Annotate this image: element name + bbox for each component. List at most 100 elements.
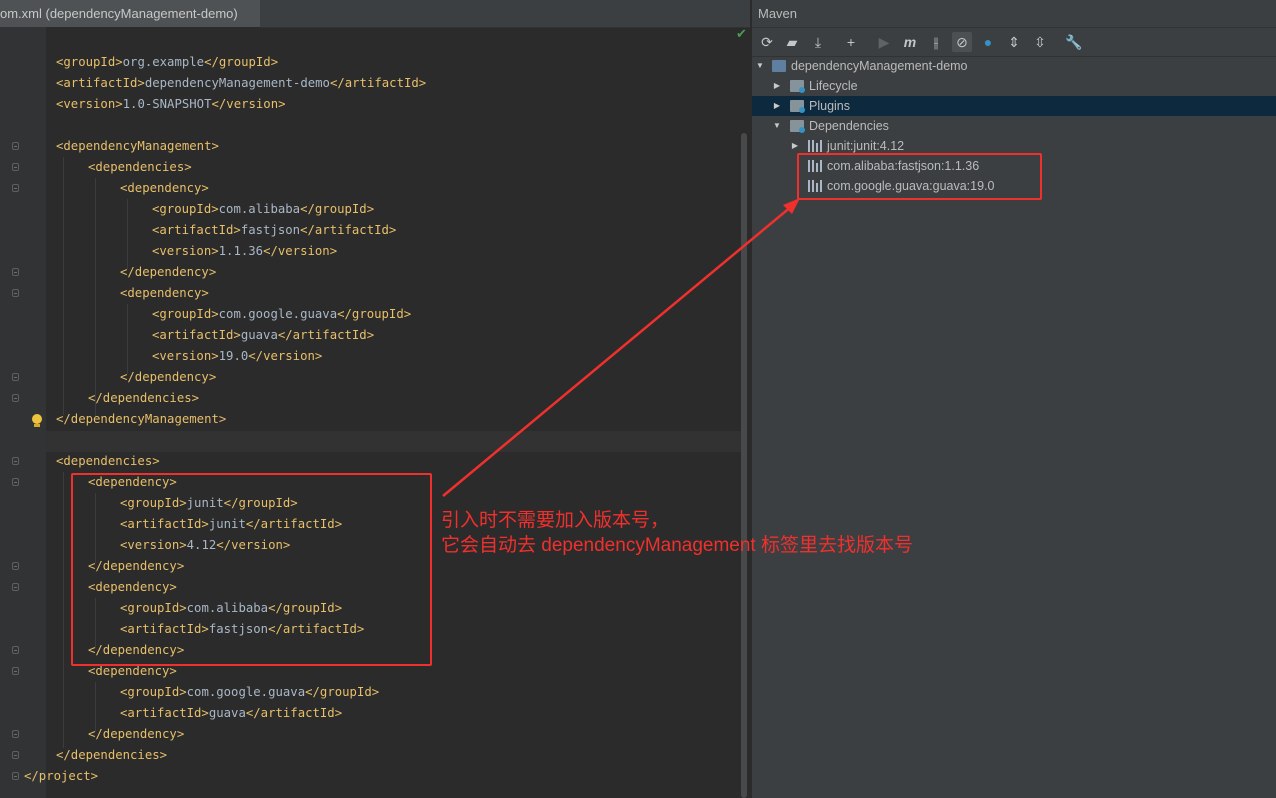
xml-editor[interactable]: om.xml (dependencyManagement-demo) ✔ <gr… xyxy=(0,0,750,798)
code-line[interactable]: <groupId>org.example</groupId> xyxy=(0,52,746,73)
code-line[interactable] xyxy=(0,31,746,52)
code-line[interactable]: <groupId>com.alibaba</groupId> xyxy=(0,199,746,220)
xml-value: fastjson xyxy=(240,223,301,237)
maven-tool-window: Maven ⟳ ▰ ⤓ + ▶ m ⫲ ⊘ ● ⇕ ⇳ 🔧 ▼ dependen… xyxy=(751,0,1276,798)
editor-tab-title: om.xml (dependencyManagement-demo) xyxy=(0,6,238,21)
expand-all-icon[interactable]: ⇕ xyxy=(1004,32,1024,52)
indent-guide xyxy=(63,157,64,415)
xml-tag: </dependency> xyxy=(88,727,185,741)
fold-marker-icon[interactable] xyxy=(12,163,19,171)
download-icon[interactable]: ⤓ xyxy=(808,32,828,52)
code-text: <artifactId>guava</artifactId> xyxy=(120,703,342,724)
xml-tag: </artifactId> xyxy=(277,328,375,342)
code-line[interactable]: </project> xyxy=(0,766,746,787)
fold-marker-icon[interactable] xyxy=(12,730,19,738)
code-line[interactable] xyxy=(0,430,746,451)
xml-value: com.google.guava xyxy=(186,685,306,699)
tree-plugins[interactable]: ▶ Plugins xyxy=(752,96,1276,116)
lifecycle-label: Lifecycle xyxy=(809,79,858,93)
plugins-folder-icon xyxy=(790,100,805,113)
reload-icon[interactable]: ⟳ xyxy=(757,32,777,52)
xml-tag: </groupId> xyxy=(305,685,380,699)
collapsed-arrow-icon[interactable]: ▶ xyxy=(772,76,782,96)
xml-tag: </version> xyxy=(263,244,338,258)
code-line[interactable]: <dependency> xyxy=(0,178,746,199)
intention-bulb-icon[interactable] xyxy=(31,414,43,428)
xml-tag: </groupId> xyxy=(337,307,412,321)
fold-marker-icon[interactable] xyxy=(12,142,19,150)
xml-tag: </dependencies> xyxy=(56,748,168,762)
code-line[interactable]: <dependencies> xyxy=(0,157,746,178)
xml-tag: </artifactId> xyxy=(329,76,427,90)
plugins-label: Plugins xyxy=(809,99,850,113)
tree-dependencies[interactable]: ▼ Dependencies xyxy=(752,116,1276,136)
fold-marker-icon[interactable] xyxy=(12,373,19,381)
code-line[interactable]: <groupId>com.google.guava</groupId> xyxy=(0,682,746,703)
fold-marker-icon[interactable] xyxy=(12,772,19,780)
add-folder-icon[interactable]: ▰ xyxy=(782,32,802,52)
collapsed-arrow-icon[interactable]: ▶ xyxy=(772,96,782,116)
annotation-text: 引入时不需要加入版本号， 它会自动去 dependencyManagement … xyxy=(441,508,913,558)
code-text: </dependency> xyxy=(120,262,216,283)
code-text: </project> xyxy=(24,766,98,787)
code-line[interactable]: <version>1.0-SNAPSHOT</version> xyxy=(0,94,746,115)
code-line[interactable]: <version>1.1.36</version> xyxy=(0,241,746,262)
fold-marker-icon[interactable] xyxy=(12,751,19,759)
code-line[interactable]: </dependency> xyxy=(0,724,746,745)
code-text: <version>1.1.36</version> xyxy=(152,241,337,262)
plus-icon[interactable]: + xyxy=(841,32,861,52)
code-line[interactable]: </dependencyManagement> xyxy=(0,409,746,430)
indent-guide xyxy=(127,304,128,374)
fold-marker-icon[interactable] xyxy=(12,268,19,276)
fold-marker-icon[interactable] xyxy=(12,394,19,402)
xml-value: org.example xyxy=(122,55,205,69)
code-line[interactable]: <version>19.0</version> xyxy=(0,346,746,367)
fold-marker-icon[interactable] xyxy=(12,289,19,297)
code-line[interactable]: <artifactId>fastjson</artifactId> xyxy=(0,220,746,241)
xml-tag: <version> xyxy=(56,97,123,111)
skip-tests-icon[interactable]: ⊘ xyxy=(952,32,972,52)
fold-marker-icon[interactable] xyxy=(12,457,19,465)
code-line[interactable] xyxy=(0,115,746,136)
code-line[interactable]: <dependencyManagement> xyxy=(0,136,746,157)
code-text: <artifactId>fastjson</artifactId> xyxy=(152,220,396,241)
code-line[interactable]: <dependencies> xyxy=(0,451,746,472)
code-line[interactable]: <groupId>com.google.guava</groupId> xyxy=(0,304,746,325)
tree-lifecycle[interactable]: ▶ Lifecycle xyxy=(752,76,1276,96)
code-line[interactable]: </dependency> xyxy=(0,262,746,283)
code-text: <dependencies> xyxy=(88,157,192,178)
xml-tag: <dependencies> xyxy=(56,454,160,468)
fold-marker-icon[interactable] xyxy=(12,478,19,486)
code-text: <dependencies> xyxy=(56,451,160,472)
code-line[interactable]: </dependencies> xyxy=(0,388,746,409)
collapse-all-icon[interactable]: ⇳ xyxy=(1030,32,1050,52)
editor-scrollbar[interactable] xyxy=(741,133,747,798)
settings-wrench-icon[interactable]: 🔧 xyxy=(1064,32,1084,52)
expanded-arrow-icon[interactable]: ▼ xyxy=(755,56,765,76)
code-line[interactable]: </dependency> xyxy=(0,367,746,388)
toggle-offline-icon[interactable]: ⫲ xyxy=(926,32,946,52)
xml-tag: </dependencies> xyxy=(88,391,200,405)
run-icon[interactable]: ▶ xyxy=(874,32,894,52)
xml-tag: <groupId> xyxy=(120,685,187,699)
code-line[interactable]: <artifactId>guava</artifactId> xyxy=(0,703,746,724)
fold-marker-icon[interactable] xyxy=(12,583,19,591)
fold-marker-icon[interactable] xyxy=(12,184,19,192)
code-line[interactable]: <dependency> xyxy=(0,283,746,304)
code-text: <groupId>org.example</groupId> xyxy=(56,52,278,73)
code-line[interactable]: <artifactId>dependencyManagement-demo</a… xyxy=(0,73,746,94)
fold-marker-icon[interactable] xyxy=(12,667,19,675)
fold-marker-icon[interactable] xyxy=(12,646,19,654)
tree-root[interactable]: ▼ dependencyManagement-demo xyxy=(752,56,1276,76)
code-text: </dependency> xyxy=(120,367,216,388)
code-line[interactable]: </dependencies> xyxy=(0,745,746,766)
show-dependencies-icon[interactable]: ● xyxy=(978,32,998,52)
editor-tab-pom-xml[interactable]: om.xml (dependencyManagement-demo) xyxy=(0,0,261,27)
execute-goal-icon[interactable]: m xyxy=(900,32,920,52)
xml-tag: </groupId> xyxy=(204,55,279,69)
xml-tag: <artifactId> xyxy=(120,706,209,720)
code-text: <groupId>com.alibaba</groupId> xyxy=(152,199,374,220)
code-line[interactable]: <artifactId>guava</artifactId> xyxy=(0,325,746,346)
expanded-arrow-icon[interactable]: ▼ xyxy=(772,116,782,136)
fold-marker-icon[interactable] xyxy=(12,562,19,570)
